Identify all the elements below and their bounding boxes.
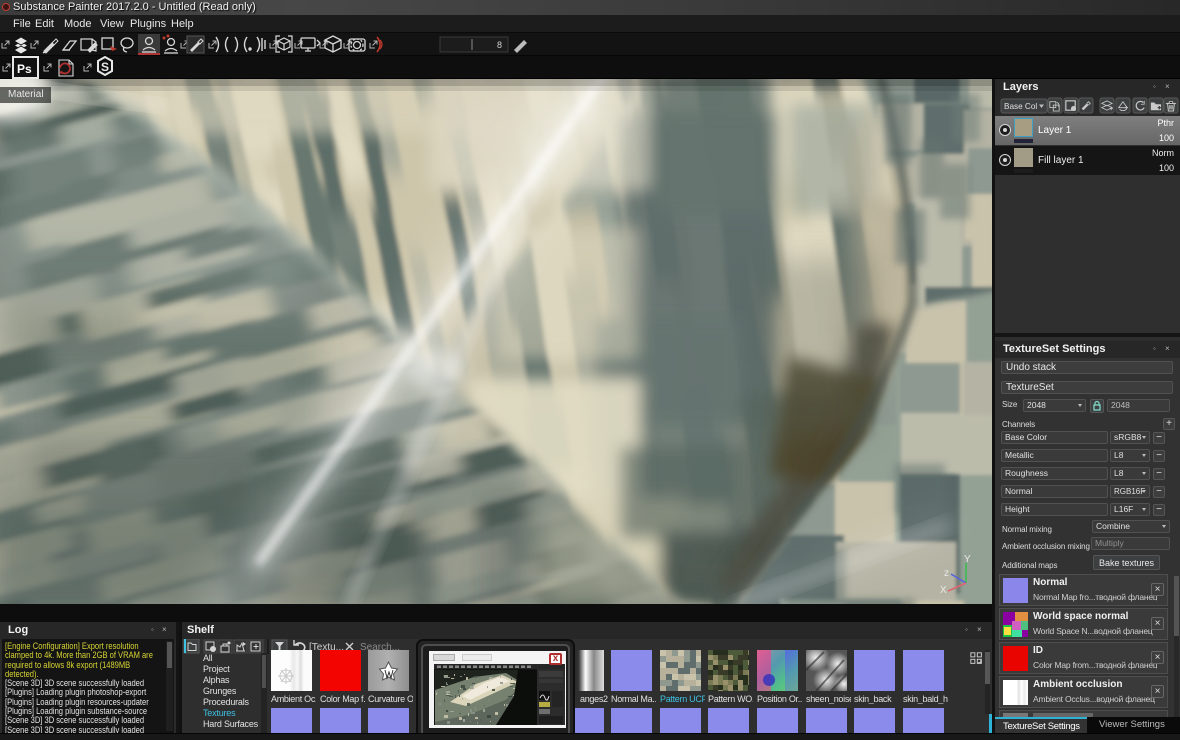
svg-text:X: X — [940, 585, 947, 594]
svg-text:Y: Y — [964, 554, 971, 565]
svg-text:z: z — [944, 568, 949, 579]
svg-text:8: 8 — [497, 40, 502, 50]
svg-text:Base Col: Base Col — [1004, 102, 1037, 111]
svg-text:S: S — [101, 60, 109, 74]
svg-text:Ps: Ps — [17, 62, 32, 76]
